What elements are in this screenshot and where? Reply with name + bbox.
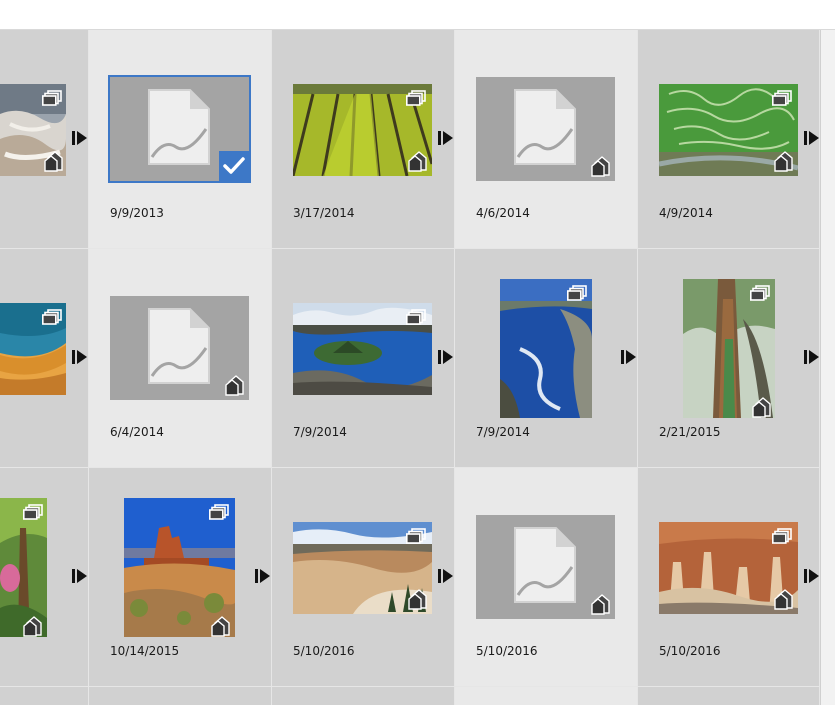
expand-stack-arrow-icon[interactable] [437, 568, 455, 584]
photo-thumbnail[interactable] [108, 75, 251, 183]
stack-icon [42, 90, 62, 106]
grid-cell[interactable]: 4/9/2014 [638, 30, 820, 249]
photo-thumbnail[interactable] [476, 515, 615, 619]
stack-icon [772, 528, 792, 544]
stack-icon [406, 90, 426, 106]
grid-cell[interactable] [0, 687, 89, 705]
grid-cell[interactable]: 5/10/2016 [455, 468, 638, 687]
photo-date: 7/9/2014 [476, 425, 530, 439]
missing-file-icon [148, 89, 210, 165]
grid-cell[interactable]: 7/9/2014 [272, 249, 455, 468]
grid-cell[interactable] [0, 30, 89, 249]
missing-file-icon [514, 89, 576, 165]
stack-badge-icon[interactable] [408, 150, 428, 172]
stack-icon [23, 504, 43, 520]
expand-stack-arrow-icon[interactable] [803, 349, 820, 365]
stack-icon [750, 285, 770, 301]
stack-icon [406, 528, 426, 544]
grid-cell[interactable] [638, 687, 820, 705]
photo-date: 5/10/2016 [476, 644, 538, 658]
photo-grid: 9/9/2013 3/17/2014 4/6/2014 4/9/2014 6/4… [0, 30, 820, 705]
vertical-scrollbar[interactable] [820, 30, 835, 705]
stack-badge-icon[interactable] [408, 588, 428, 610]
grid-cell[interactable]: 6/4/2014 [89, 249, 272, 468]
stack-badge-icon[interactable] [591, 155, 611, 177]
stack-badge-icon[interactable] [774, 588, 794, 610]
expand-stack-arrow-icon[interactable] [437, 130, 455, 146]
expand-stack-arrow-icon[interactable] [71, 349, 89, 365]
grid-cell[interactable] [455, 687, 638, 705]
photo-date: 10/14/2015 [110, 644, 180, 658]
photo-thumbnail[interactable] [476, 77, 615, 181]
expand-stack-arrow-icon[interactable] [254, 568, 272, 584]
stack-badge-icon[interactable] [591, 593, 611, 615]
photo-date: 5/10/2016 [659, 644, 721, 658]
stack-badge-icon[interactable] [44, 150, 64, 172]
top-toolbar [0, 0, 835, 30]
photo-date: 9/9/2013 [110, 206, 164, 220]
expand-stack-arrow-icon[interactable] [71, 568, 89, 584]
stack-icon [406, 309, 426, 325]
stack-badge-icon[interactable] [774, 150, 794, 172]
photo-date: 3/17/2014 [293, 206, 355, 220]
expand-stack-arrow-icon[interactable] [71, 130, 89, 146]
grid-cell[interactable]: 10/14/2015 [89, 468, 272, 687]
grid-cell[interactable]: 2/21/2015 [638, 249, 820, 468]
missing-file-icon [148, 308, 210, 384]
grid-cell[interactable]: 4/6/2014 [455, 30, 638, 249]
checkmark-icon [223, 157, 245, 174]
expand-stack-arrow-icon[interactable] [803, 130, 820, 146]
photo-thumbnail[interactable] [110, 296, 249, 400]
expand-stack-arrow-icon[interactable] [437, 349, 455, 365]
expand-stack-arrow-icon[interactable] [803, 568, 820, 584]
stack-badge-icon[interactable] [211, 615, 231, 637]
photo-date: 2/21/2015 [659, 425, 721, 439]
grid-cell[interactable]: 3/17/2014 [272, 30, 455, 249]
stack-badge-icon[interactable] [23, 615, 43, 637]
grid-cell[interactable] [0, 249, 89, 468]
photo-date: 5/10/2016 [293, 644, 355, 658]
stack-icon [567, 285, 587, 301]
grid-cell[interactable]: 5/10/2016 [272, 468, 455, 687]
photo-date: 4/6/2014 [476, 206, 530, 220]
missing-file-icon [514, 527, 576, 603]
selected-check-badge [219, 151, 249, 181]
expand-stack-arrow-icon[interactable] [620, 349, 638, 365]
grid-cell[interactable] [89, 687, 272, 705]
stack-badge-icon[interactable] [225, 374, 245, 396]
stack-icon [209, 504, 229, 520]
photo-date: 7/9/2014 [293, 425, 347, 439]
grid-cell[interactable] [272, 687, 455, 705]
stack-icon [772, 90, 792, 106]
photo-date: 6/4/2014 [110, 425, 164, 439]
grid-cell[interactable] [0, 468, 89, 687]
grid-cell[interactable]: 9/9/2013 [89, 30, 272, 249]
photo-date: 4/9/2014 [659, 206, 713, 220]
grid-cell[interactable]: 5/10/2016 [638, 468, 820, 687]
stack-icon [42, 309, 62, 325]
grid-cell[interactable]: 7/9/2014 [455, 249, 638, 468]
stack-badge-icon[interactable] [752, 396, 772, 418]
